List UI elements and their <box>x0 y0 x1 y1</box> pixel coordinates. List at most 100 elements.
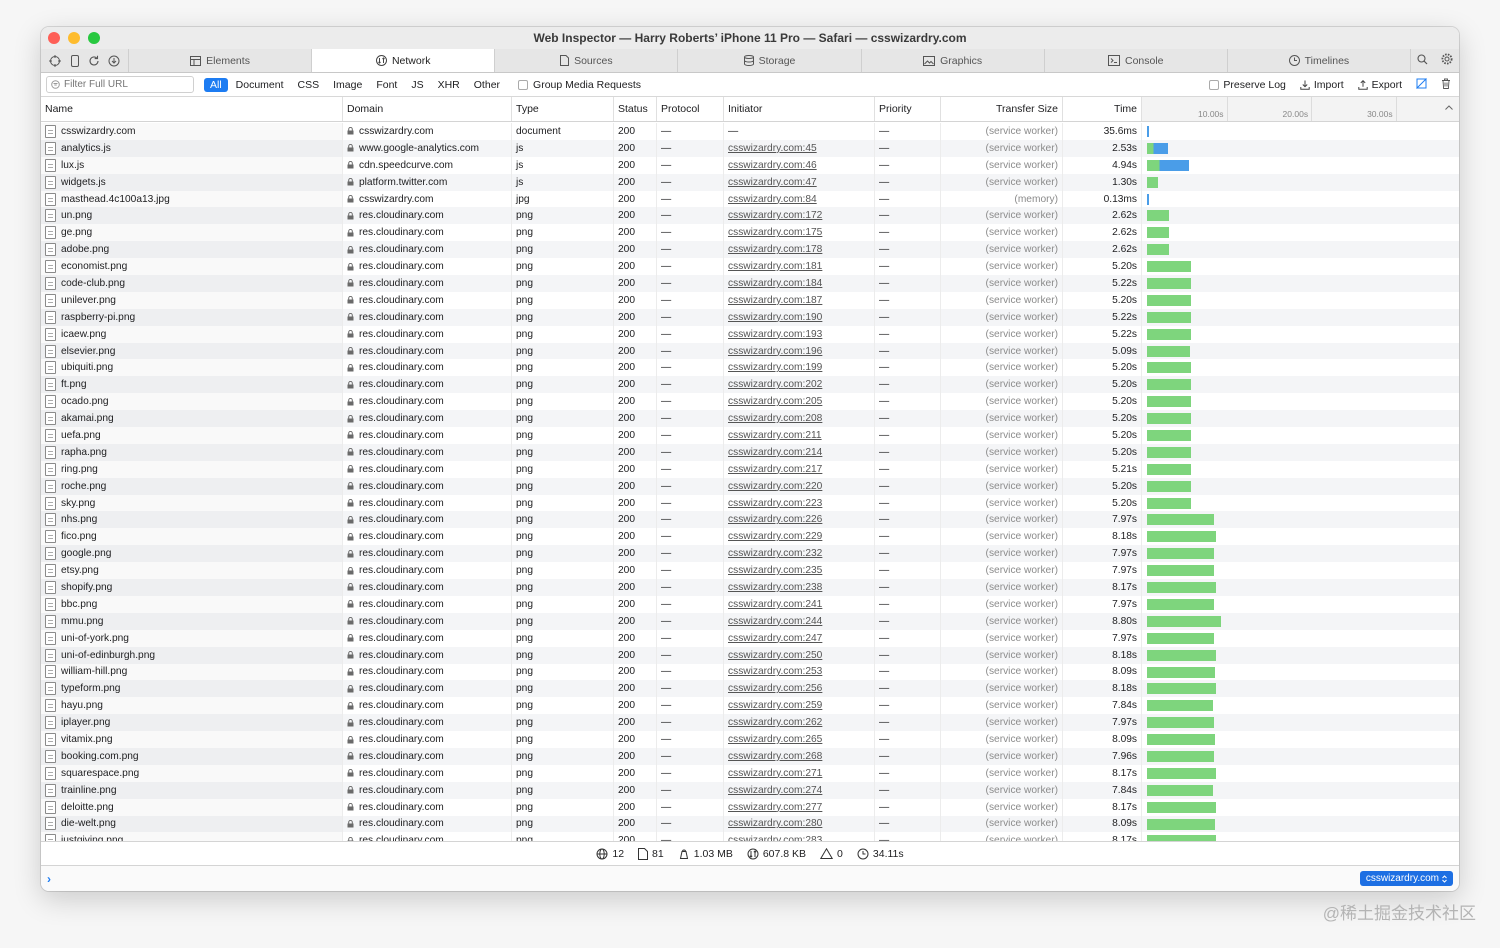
type-filter-all[interactable]: All <box>204 77 228 92</box>
table-row[interactable]: typeform.png res.cloudinary.com png 200 — css… <box>41 680 1459 698</box>
tab-timelines[interactable]: Timelines <box>1228 49 1411 72</box>
table-row[interactable]: ocado.png res.cloudinary.com png 200 — csswiz… <box>41 393 1459 411</box>
cell-initiator-text[interactable]: csswizardry.com:187 <box>728 295 822 306</box>
waterfall-bar[interactable] <box>1147 379 1191 391</box>
cell-initiator-text[interactable]: csswizardry.com:223 <box>728 498 822 509</box>
waterfall-bar[interactable] <box>1147 734 1216 746</box>
type-filter-css[interactable]: CSS <box>292 78 326 92</box>
cell-initiator[interactable]: csswizardry.com:196 <box>724 342 875 360</box>
waterfall-bar[interactable] <box>1147 463 1192 475</box>
type-filter-js[interactable]: JS <box>405 78 429 92</box>
waterfall-bar[interactable] <box>1147 278 1192 290</box>
table-row[interactable]: nhs.png res.cloudinary.com png 200 — csswizar… <box>41 511 1459 529</box>
cell-initiator-text[interactable]: csswizardry.com:184 <box>728 278 822 289</box>
waterfall-bar[interactable] <box>1147 430 1191 442</box>
cell-initiator-text[interactable]: csswizardry.com:47 <box>728 177 817 188</box>
type-filter-document[interactable]: Document <box>230 78 290 92</box>
execution-context-selector[interactable]: csswizardry.com <box>1359 871 1453 886</box>
table-row[interactable]: ubiquiti.png res.cloudinary.com png 200 — css… <box>41 359 1459 377</box>
cell-initiator[interactable]: csswizardry.com:84 <box>724 190 875 208</box>
cell-initiator[interactable]: csswizardry.com:238 <box>724 579 875 596</box>
cell-initiator-text[interactable]: csswizardry.com:271 <box>728 768 822 779</box>
table-row[interactable]: sky.png res.cloudinary.com png 200 — csswizar… <box>41 494 1459 512</box>
table-row[interactable]: ge.png res.cloudinary.com png 200 — csswizard… <box>41 224 1459 242</box>
cell-initiator[interactable]: csswizardry.com:193 <box>724 325 875 343</box>
cell-initiator[interactable]: csswizardry.com:280 <box>724 815 875 833</box>
filter-url-input[interactable] <box>64 79 184 90</box>
cell-initiator[interactable]: csswizardry.com:241 <box>724 595 875 613</box>
type-filter-other[interactable]: Other <box>468 78 506 92</box>
cell-initiator[interactable]: csswizardry.com:274 <box>724 781 875 799</box>
cell-initiator-text[interactable]: csswizardry.com:229 <box>728 531 822 542</box>
waterfall-bar[interactable] <box>1147 565 1215 577</box>
cell-initiator-text[interactable]: csswizardry.com:235 <box>728 565 822 576</box>
table-row[interactable]: widgets.js platform.twitter.com js 200 — cssw… <box>41 173 1459 191</box>
waterfall-bar[interactable] <box>1147 210 1170 222</box>
waterfall-bar[interactable] <box>1147 717 1215 729</box>
waterfall-bar[interactable] <box>1147 446 1191 458</box>
cell-initiator-text[interactable]: csswizardry.com:181 <box>728 261 822 272</box>
crosshair-icon[interactable] <box>48 54 62 68</box>
table-row[interactable]: mmu.png res.cloudinary.com png 200 — csswizar… <box>41 612 1459 630</box>
cell-initiator[interactable]: csswizardry.com:184 <box>724 275 875 292</box>
table-row[interactable]: ring.png res.cloudinary.com png 200 — csswiza… <box>41 460 1459 478</box>
table-row[interactable]: iplayer.png res.cloudinary.com png 200 — cssw… <box>41 714 1459 732</box>
cell-initiator[interactable]: csswizardry.com:214 <box>724 443 875 461</box>
export-button[interactable]: Export <box>1357 79 1402 91</box>
waterfall-bar[interactable] <box>1147 396 1191 408</box>
column-header-status[interactable]: Status <box>614 97 657 121</box>
cell-initiator-text[interactable]: csswizardry.com:265 <box>728 734 822 745</box>
waterfall-bar[interactable] <box>1147 261 1191 273</box>
cell-initiator[interactable]: csswizardry.com:226 <box>724 511 875 529</box>
import-button[interactable]: Import <box>1300 79 1344 91</box>
waterfall-bar[interactable] <box>1147 193 1149 205</box>
preserve-log-checkbox[interactable] <box>1209 79 1220 90</box>
waterfall-bar[interactable] <box>1147 683 1217 695</box>
table-row[interactable]: icaew.png res.cloudinary.com png 200 — csswiz… <box>41 325 1459 343</box>
close-window-button[interactable] <box>48 32 60 44</box>
preserve-log-toggle[interactable]: Preserve Log <box>1209 79 1286 91</box>
waterfall-bar[interactable] <box>1147 227 1170 239</box>
cell-initiator[interactable]: csswizardry.com:259 <box>724 697 875 715</box>
cell-initiator[interactable]: csswizardry.com:178 <box>724 241 875 259</box>
cell-initiator[interactable]: csswizardry.com:262 <box>724 714 875 732</box>
waterfall-bar[interactable] <box>1147 345 1191 357</box>
waterfall-bar[interactable] <box>1147 244 1170 256</box>
device-icon[interactable] <box>68 54 82 68</box>
table-row[interactable]: code-club.png res.cloudinary.com png 200 — cs… <box>41 275 1459 292</box>
table-row[interactable]: roche.png res.cloudinary.com png 200 — csswiz… <box>41 477 1459 495</box>
group-media-checkbox[interactable] <box>518 79 529 90</box>
table-row[interactable]: lux.js cdn.speedcurve.com js 200 — csswizardr… <box>41 156 1459 174</box>
column-header-protocol[interactable]: Protocol <box>657 97 724 121</box>
cell-initiator-text[interactable]: csswizardry.com:190 <box>728 312 822 323</box>
waterfall-bar[interactable] <box>1147 362 1191 374</box>
table-row[interactable]: ft.png res.cloudinary.com png 200 — csswizard… <box>41 376 1459 394</box>
cell-initiator[interactable]: csswizardry.com:220 <box>724 477 875 495</box>
cell-initiator-text[interactable]: csswizardry.com:238 <box>728 582 822 593</box>
trash-icon[interactable] <box>1441 78 1451 92</box>
waterfall-bar[interactable] <box>1147 514 1215 526</box>
cell-initiator-text[interactable]: csswizardry.com:277 <box>728 802 822 813</box>
table-row[interactable]: analytics.js www.google-analytics.com js 20… <box>41 139 1459 157</box>
cell-initiator[interactable]: csswizardry.com:208 <box>724 410 875 428</box>
table-row[interactable]: un.png res.cloudinary.com png 200 — csswizard… <box>41 207 1459 225</box>
cell-initiator[interactable]: csswizardry.com:277 <box>724 798 875 816</box>
column-header-priority[interactable]: Priority <box>875 97 941 121</box>
type-filter-font[interactable]: Font <box>370 78 403 92</box>
table-row[interactable]: csswizardry.com csswizardry.com document 20… <box>41 123 1459 140</box>
cell-initiator[interactable]: csswizardry.com:253 <box>724 663 875 681</box>
cell-initiator[interactable]: csswizardry.com:190 <box>724 308 875 326</box>
table-row[interactable]: bbc.png res.cloudinary.com png 200 — csswizar… <box>41 595 1459 613</box>
cell-initiator-text[interactable]: csswizardry.com:247 <box>728 633 822 644</box>
cell-initiator[interactable]: csswizardry.com:217 <box>724 460 875 478</box>
cell-initiator-text[interactable]: csswizardry.com:46 <box>728 160 817 171</box>
cell-initiator-text[interactable]: csswizardry.com:178 <box>728 244 822 255</box>
download-icon[interactable] <box>107 54 121 68</box>
waterfall-bar[interactable] <box>1147 598 1215 610</box>
cell-initiator[interactable]: csswizardry.com:250 <box>724 646 875 664</box>
cell-initiator-text[interactable]: csswizardry.com:232 <box>728 548 822 559</box>
table-row[interactable]: william-hill.png res.cloudinary.com png 200… <box>41 663 1459 681</box>
table-row[interactable]: elsevier.png res.cloudinary.com png 200 — css… <box>41 342 1459 360</box>
zoom-window-button[interactable] <box>88 32 100 44</box>
table-row[interactable]: unilever.png res.cloudinary.com png 200 — css… <box>41 291 1459 309</box>
